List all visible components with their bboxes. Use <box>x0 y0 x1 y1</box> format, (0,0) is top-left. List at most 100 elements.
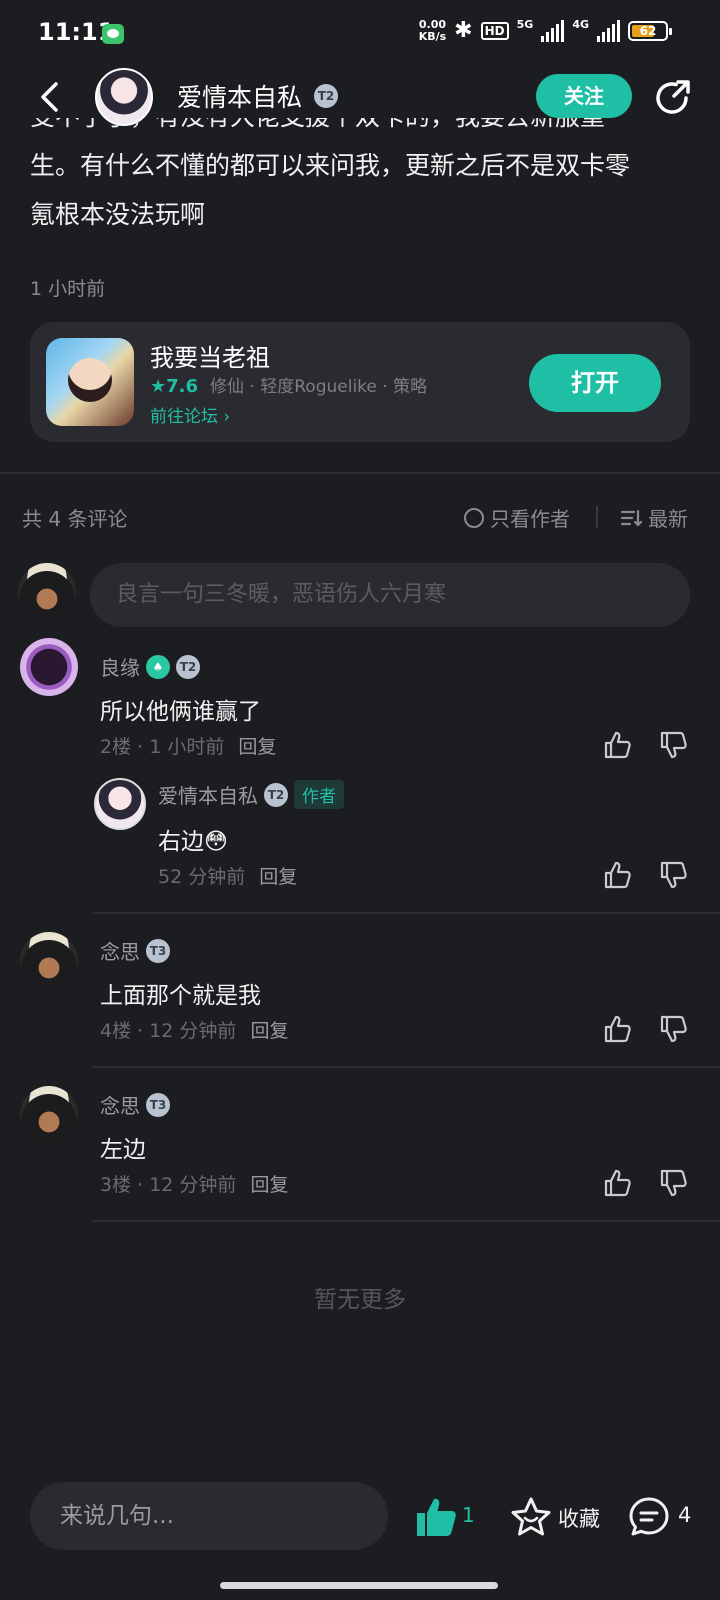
comment-input[interactable]: 良言一句三冬暖，恶语伤人六月寒 <box>90 563 690 627</box>
comment-text: 上面那个就是我 <box>100 983 261 1009</box>
network-speed-value: 0.00 <box>418 17 446 31</box>
battery-level: 62 <box>639 23 657 38</box>
comment-time: 12 分钟前 <box>149 1174 237 1196</box>
author-only-toggle[interactable]: 只看作者 <box>464 503 570 532</box>
comment-count: 共 4 条评论 <box>22 507 128 531</box>
author-only-label: 只看作者 <box>490 507 570 531</box>
comment-floor: 4楼 <box>100 1020 132 1042</box>
commenter-avatar[interactable] <box>20 1086 78 1144</box>
no-more-label: 暂无更多 <box>314 1287 406 1313</box>
favorite-label[interactable]: 收藏 <box>558 1503 600 1533</box>
share-icon[interactable] <box>652 78 692 118</box>
reply-button[interactable]: 回复 <box>238 736 276 758</box>
star-icon: ★ <box>150 376 167 397</box>
game-rating: ★7.6 <box>150 376 198 397</box>
flushed-emoji-icon: 😳 <box>204 829 228 855</box>
network-4g-label: 4G <box>572 18 589 31</box>
comment-divider <box>92 1220 720 1222</box>
game-card[interactable]: 我要当老祖 ★7.6 修仙 · 轻度Roguelike · 策略 前往论坛 › 打… <box>30 322 690 442</box>
thumbs-up-icon[interactable] <box>602 1014 632 1044</box>
commenter-name[interactable]: 念思 T3 <box>100 936 170 965</box>
divider <box>596 506 598 528</box>
my-avatar <box>18 563 76 621</box>
level-number: 2 <box>325 89 335 103</box>
sort-toggle[interactable]: 最新 <box>620 503 688 532</box>
level-number: 3 <box>157 943 167 958</box>
game-icon[interactable] <box>46 338 134 426</box>
open-game-button[interactable]: 打开 <box>529 354 661 412</box>
vip-badge-icon: ♠ <box>146 654 170 679</box>
commenter-name[interactable]: 良缘 ♠ T2 <box>100 652 200 681</box>
thumbs-down-icon[interactable] <box>658 730 688 760</box>
network-speed-unit: KB/s <box>418 29 447 43</box>
commenter-avatar[interactable] <box>20 638 78 696</box>
reply-time: 52 分钟前 <box>158 866 246 888</box>
thumbs-down-icon[interactable] <box>658 1168 688 1198</box>
reply-button[interactable]: 回复 <box>250 1174 288 1196</box>
chevron-right-icon: › <box>223 407 231 427</box>
reply-meta: 52 分钟前 回复 <box>158 862 297 889</box>
game-meta: ★7.6 修仙 · 轻度Roguelike · 策略 <box>150 372 427 397</box>
reply-text-content: 右边 <box>158 829 204 855</box>
thumbs-down-icon[interactable] <box>658 860 688 890</box>
reply-author-name-text: 爱情本自私 <box>158 784 258 808</box>
wechat-notification-icon <box>102 24 124 44</box>
commenter-name[interactable]: 念思 T3 <box>100 1090 170 1119</box>
bottom-comment-input[interactable]: 来说几句... <box>30 1482 388 1550</box>
author-tag: 作者 <box>294 780 344 809</box>
comment-floor: 3楼 <box>100 1174 132 1196</box>
status-icons: 0.00 KB/s ✱ HD 5G 4G 62 <box>418 17 672 43</box>
thumbs-up-icon[interactable] <box>602 860 632 890</box>
thumbs-up-icon[interactable] <box>602 730 632 760</box>
reply-author-name[interactable]: 爱情本自私 T2 作者 <box>158 780 344 809</box>
forum-link-label: 前往论坛 <box>150 407 218 427</box>
status-bar: 11:11 0.00 KB/s ✱ HD 5G 4G 62 <box>0 0 720 66</box>
reply-text: 右边😳 <box>158 822 228 856</box>
sort-icon <box>620 509 642 527</box>
reply-button[interactable]: 回复 <box>259 866 297 888</box>
sort-label: 最新 <box>648 507 688 531</box>
comment-time: 12 分钟前 <box>149 1020 237 1042</box>
back-arrow-icon[interactable] <box>34 80 68 114</box>
comment-meta: 4楼 · 12 分钟前 回复 <box>100 1020 289 1042</box>
comment-text: 左边 <box>100 1137 146 1163</box>
level-number: 3 <box>157 1097 167 1112</box>
commenter-name-text: 念思 <box>100 940 140 964</box>
post-text-line-3: 氪根本没法玩啊 <box>30 200 206 229</box>
game-rating-value: 7.6 <box>166 376 199 397</box>
post-text-line-2: 生。有什么不懂的都可以来问我，更新之后不是双卡零 <box>30 151 631 180</box>
comment-divider <box>92 1066 720 1068</box>
reply-button[interactable]: 回复 <box>250 1020 288 1042</box>
reply-author-avatar[interactable] <box>94 778 146 830</box>
star-favorite-icon[interactable] <box>510 1496 552 1538</box>
hd-voice-icon: HD <box>480 21 509 40</box>
commenter-avatar[interactable] <box>20 932 78 990</box>
radio-circle-icon[interactable] <box>464 507 484 528</box>
level-badge-icon: T2 <box>264 782 288 807</box>
comment-bubble-icon[interactable] <box>628 1496 670 1538</box>
comment-divider <box>92 912 720 914</box>
like-count: 1 <box>462 1503 475 1527</box>
like-icon[interactable] <box>414 1496 458 1538</box>
home-indicator[interactable] <box>220 1582 498 1589</box>
post-time: 1 小时前 <box>30 278 106 300</box>
level-badge-icon: T2 <box>176 654 200 679</box>
post-text-line-1: 受不了了，有没有大佬支援个双卡的，我要去新服重 <box>30 118 700 141</box>
comment-count-bottom: 4 <box>678 1503 692 1527</box>
bluetooth-icon: ✱ <box>454 18 473 43</box>
commenter-name-text: 念思 <box>100 1094 140 1118</box>
follow-button[interactable]: 关注 <box>536 74 632 118</box>
author-name[interactable]: 爱情本自私 <box>177 78 302 114</box>
thumbs-down-icon[interactable] <box>658 1014 688 1044</box>
forum-link[interactable]: 前往论坛 › <box>150 402 230 427</box>
signal-icon <box>541 19 565 42</box>
level-badge-icon: T3 <box>146 1092 170 1117</box>
thumbs-up-icon[interactable] <box>602 1168 632 1198</box>
level-badge-icon: T2 <box>314 84 338 108</box>
game-title[interactable]: 我要当老祖 <box>150 338 270 373</box>
section-divider <box>0 472 720 474</box>
post-content: 受不了了，有没有大佬支援个双卡的，我要去新服重 生。有什么不懂的都可以来问我，更… <box>30 118 700 264</box>
battery-icon: 62 <box>628 20 672 41</box>
comment-meta: 3楼 · 12 分钟前 回复 <box>100 1174 289 1196</box>
network-5g-label: 5G <box>516 18 534 31</box>
